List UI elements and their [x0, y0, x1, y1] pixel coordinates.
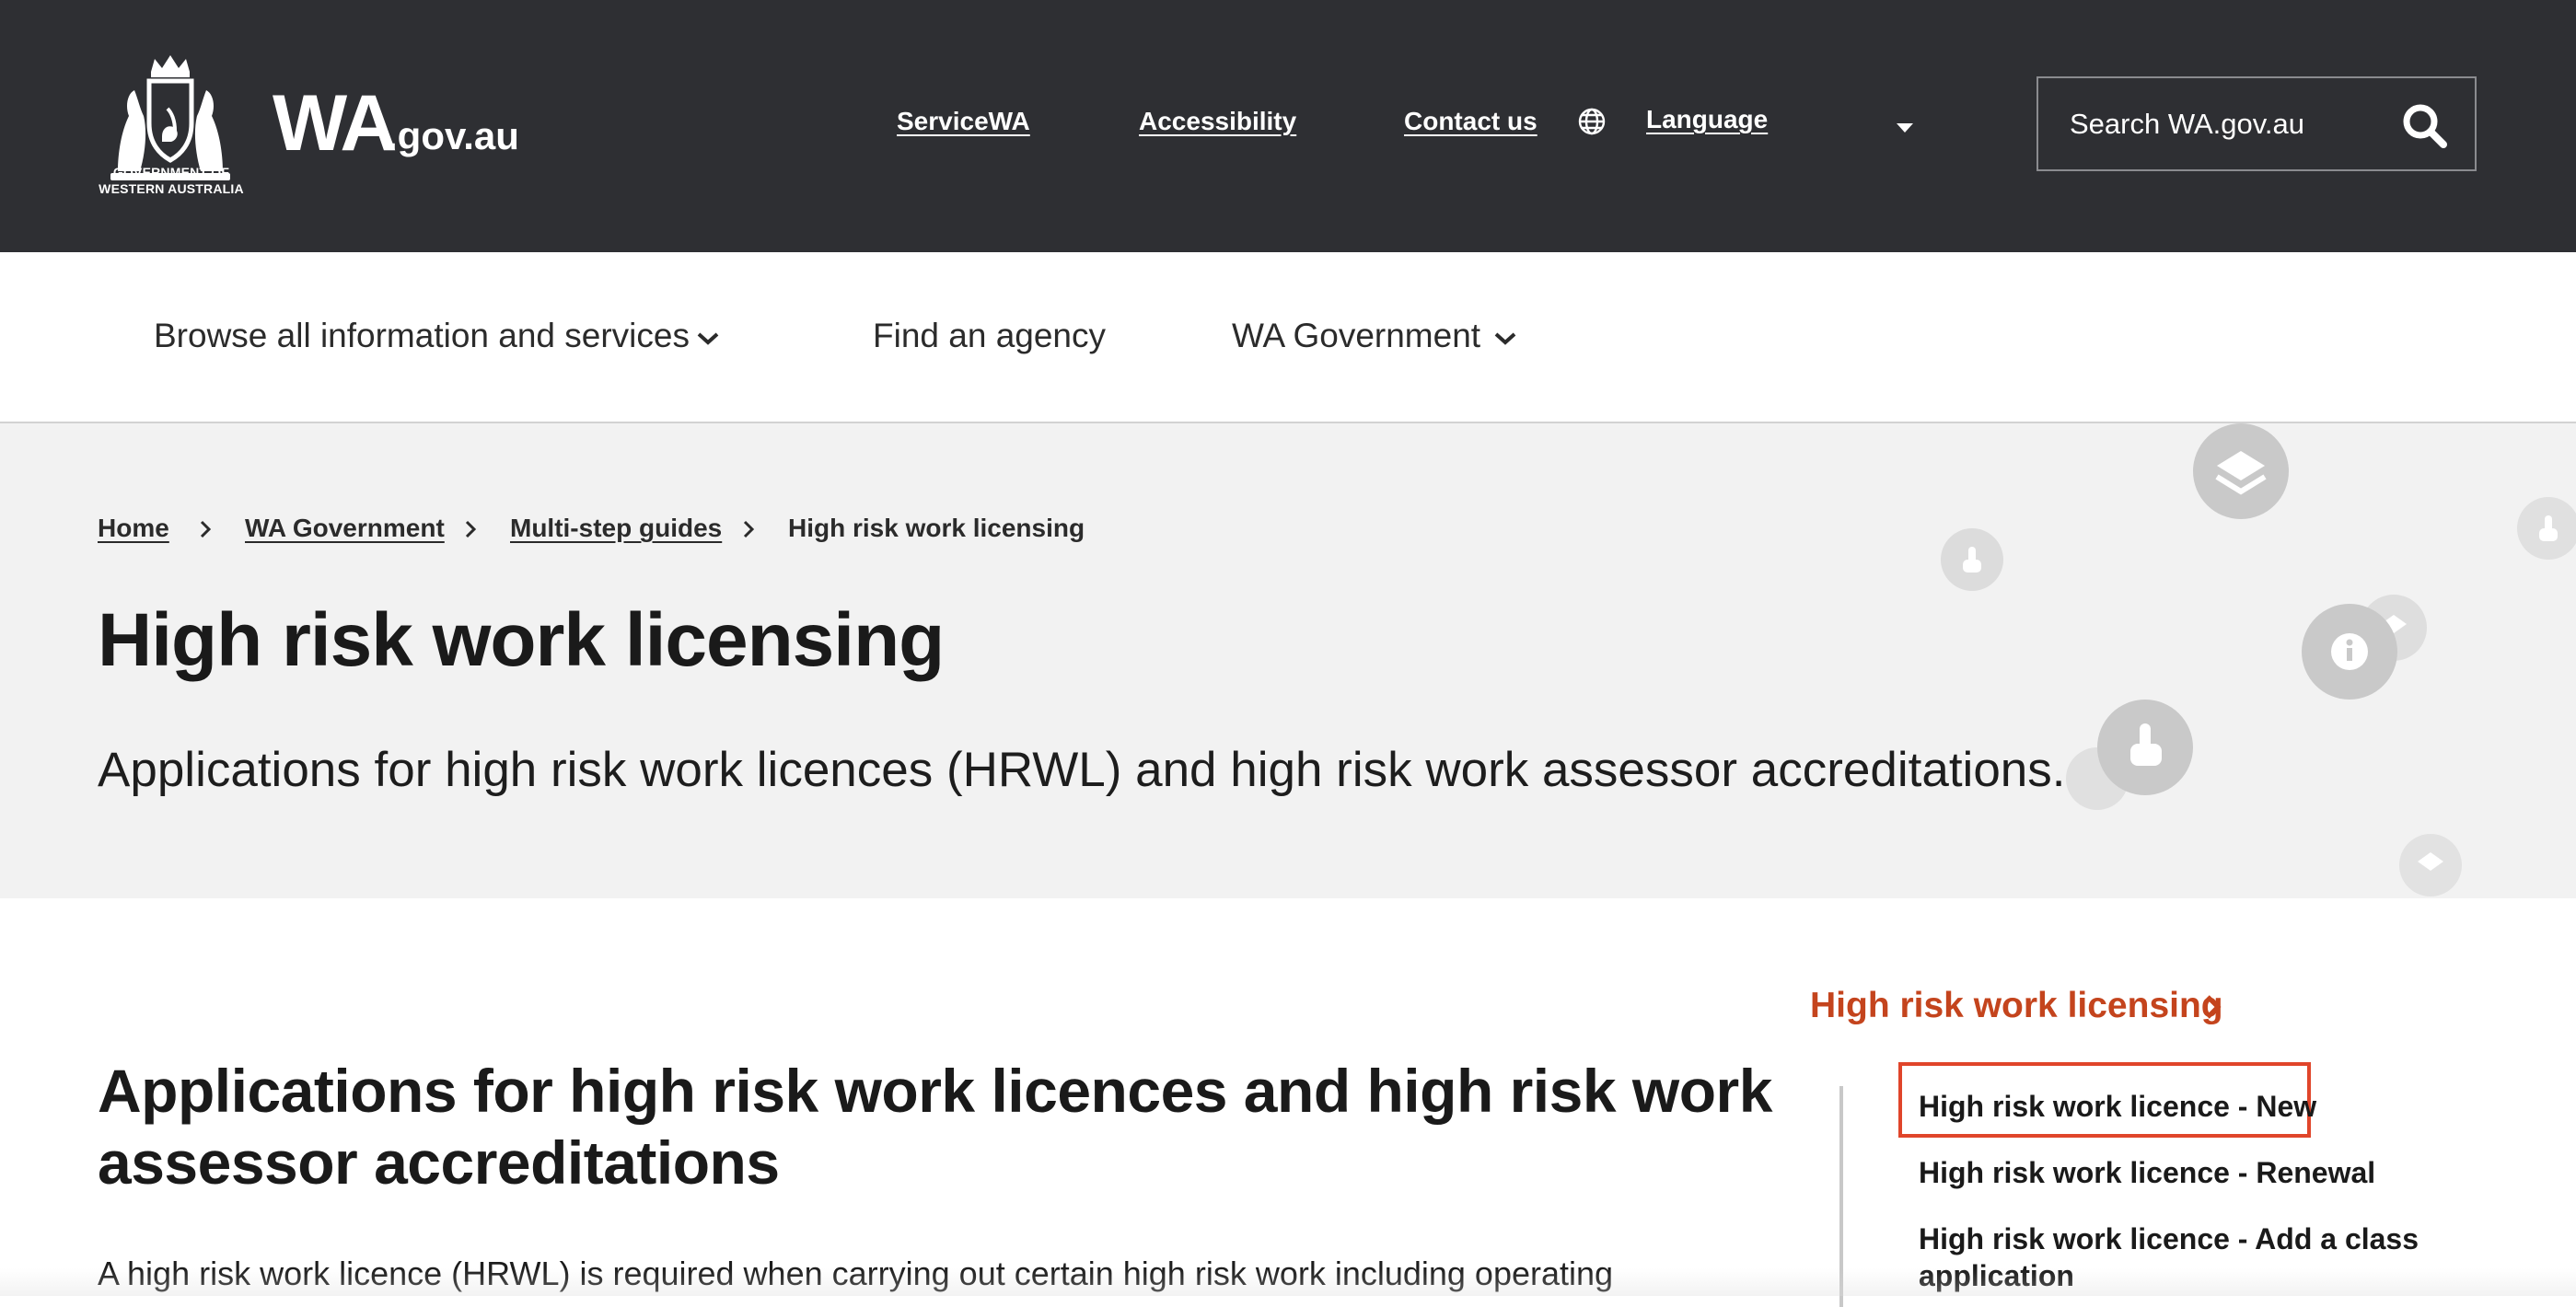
breadcrumb-current: High risk work licensing: [788, 514, 1085, 542]
search-box: [2036, 76, 2477, 171]
logo-wordmark[interactable]: WA: [273, 77, 398, 169]
layers-bubble-icon: [2399, 834, 2462, 896]
language-dropdown-caret-icon[interactable]: [1897, 123, 1913, 133]
crest-caption-line2: WESTERN AUSTRALIA: [99, 181, 244, 196]
site-header: GOVERNMENT OF WESTERN AUSTRALIA WA .gov.…: [0, 0, 2576, 252]
chevron-right-icon: [200, 520, 212, 538]
chevron-right-icon[interactable]: [2204, 992, 2222, 1022]
page-title: High risk work licensing: [98, 598, 945, 682]
layers-bubble-icon: [2193, 423, 2289, 519]
accessibility-link[interactable]: Accessibility: [1139, 107, 1296, 136]
chevron-right-icon: [465, 520, 477, 538]
search-input[interactable]: [2070, 106, 2383, 143]
pointer-bubble-icon: [2097, 700, 2193, 795]
crest-caption-line1: GOVERNMENT OF: [112, 165, 230, 179]
logo-domain-suffix[interactable]: .gov.au: [387, 109, 519, 164]
chevron-down-icon[interactable]: [696, 331, 720, 346]
breadcrumb-home[interactable]: Home: [98, 512, 169, 545]
language-select[interactable]: Language: [1646, 105, 1768, 134]
contact-us-link[interactable]: Contact us: [1404, 107, 1537, 136]
main-navigation: Browse all information and services Find…: [0, 252, 2576, 423]
side-nav-item-renewal[interactable]: High risk work licence - Renewal: [1919, 1154, 2434, 1191]
nav-find-agency[interactable]: Find an agency: [873, 315, 1106, 357]
info-bubble-icon: [2302, 604, 2397, 700]
bottom-scroll-shadow: [0, 1268, 2576, 1296]
search-button[interactable]: [2396, 97, 2454, 156]
pointer-bubble-icon: [1941, 528, 2003, 591]
page-hero: Home WA Government Multi-step guides Hig…: [0, 423, 2576, 898]
chevron-right-icon: [743, 520, 755, 538]
nav-browse-all[interactable]: Browse all information and services: [154, 315, 690, 357]
side-nav-item-new[interactable]: High risk work licence - New: [1919, 1088, 2434, 1125]
breadcrumb-wa-government[interactable]: WA Government: [245, 512, 445, 545]
pointer-bubble-icon: [2517, 497, 2576, 560]
page-subtitle: Applications for high risk work licences…: [98, 743, 2066, 797]
globe-icon: [1578, 108, 1606, 135]
servicewa-link[interactable]: ServiceWA: [897, 107, 1030, 136]
search-icon: [2403, 104, 2447, 148]
side-nav-title-link[interactable]: High risk work licensing: [1810, 983, 2223, 1029]
crest-caption: GOVERNMENT OF WESTERN AUSTRALIA: [88, 164, 254, 197]
breadcrumb-multi-step-guides[interactable]: Multi-step guides: [510, 512, 722, 545]
content-heading: Applications for high risk work licences…: [98, 1057, 1772, 1197]
nav-wa-government[interactable]: WA Government: [1232, 315, 1480, 357]
chevron-down-icon[interactable]: [1493, 331, 1517, 346]
